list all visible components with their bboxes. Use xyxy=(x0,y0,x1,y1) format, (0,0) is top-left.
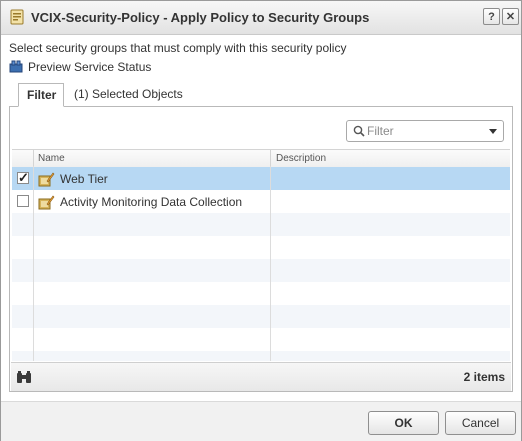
row-checkbox[interactable] xyxy=(17,195,29,207)
empty-row xyxy=(12,236,510,259)
row-checkbox[interactable]: ✓ xyxy=(17,170,29,185)
empty-row xyxy=(12,213,510,236)
tab-filter[interactable]: Filter xyxy=(18,83,64,107)
security-group-icon xyxy=(38,195,55,210)
column-divider xyxy=(270,166,271,361)
chevron-down-icon[interactable] xyxy=(489,129,497,134)
filter-field[interactable] xyxy=(346,120,504,142)
table-row[interactable]: Activity Monitoring Data Collection xyxy=(12,190,510,213)
grid-footer: 2 items xyxy=(11,362,511,391)
close-button[interactable]: ✕ xyxy=(502,8,519,25)
ok-button[interactable]: OK xyxy=(368,411,439,435)
binoculars-icon[interactable] xyxy=(16,370,32,384)
grid-header: Name Description xyxy=(12,149,510,168)
dialog-button-bar: OK Cancel xyxy=(1,401,521,441)
tab-selected-objects[interactable]: (1) Selected Objects xyxy=(66,83,191,107)
title-bar: VCIX-Security-Policy - Apply Policy to S… xyxy=(1,1,521,35)
help-button[interactable]: ? xyxy=(483,8,500,25)
column-header-description[interactable]: Description xyxy=(276,153,326,164)
column-divider xyxy=(33,150,34,167)
table-row[interactable]: ✓ Web Tier xyxy=(12,167,510,190)
preview-service-status-label: Preview Service Status xyxy=(28,60,152,74)
empty-row xyxy=(12,305,510,328)
apply-policy-dialog: VCIX-Security-Policy - Apply Policy to S… xyxy=(0,0,522,441)
column-divider xyxy=(270,150,271,167)
filter-panel: Name Description ✓ Web Tier xyxy=(9,106,513,392)
column-header-name[interactable]: Name xyxy=(38,153,65,164)
service-status-icon xyxy=(9,60,23,73)
security-groups-grid: Name Description ✓ Web Tier Activity Mon… xyxy=(12,149,510,361)
empty-row xyxy=(12,259,510,282)
checkmark-icon: ✓ xyxy=(18,170,29,185)
items-count: 2 items xyxy=(463,370,505,384)
security-group-icon xyxy=(38,172,55,187)
cancel-button[interactable]: Cancel xyxy=(445,411,516,435)
filter-input[interactable] xyxy=(367,123,485,139)
row-name: Activity Monitoring Data Collection xyxy=(60,195,243,209)
security-policy-icon xyxy=(10,9,24,25)
column-divider xyxy=(33,166,34,361)
dialog-title: VCIX-Security-Policy - Apply Policy to S… xyxy=(31,10,370,25)
instruction-text: Select security groups that must comply … xyxy=(9,41,347,55)
search-icon xyxy=(353,125,365,137)
empty-row xyxy=(12,282,510,305)
empty-row xyxy=(12,328,510,351)
empty-row xyxy=(12,351,510,361)
row-name: Web Tier xyxy=(60,172,108,186)
